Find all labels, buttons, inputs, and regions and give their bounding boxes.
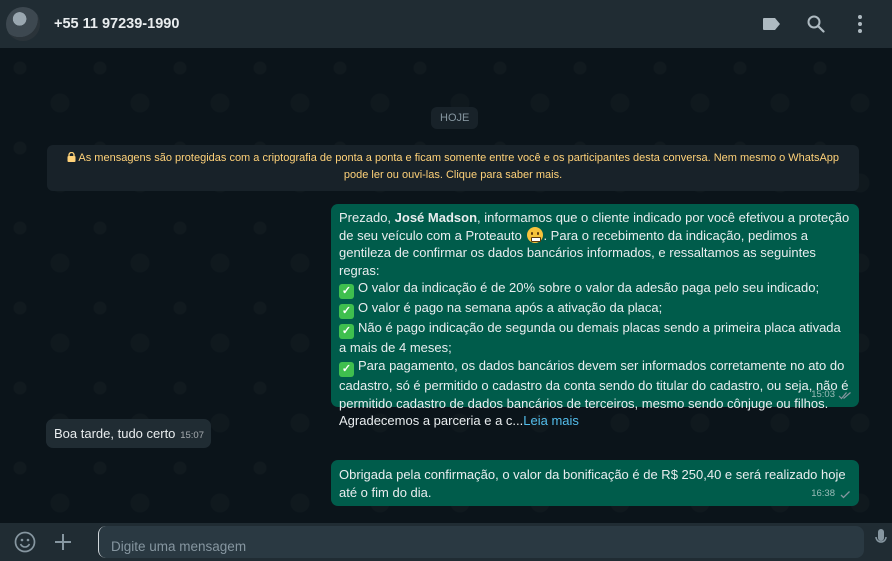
double-check-icon [838, 388, 852, 402]
check-box-icon: ✓ [339, 304, 354, 320]
label-icon[interactable] [752, 4, 792, 44]
encryption-notice[interactable]: As mensagens são protegidas com a cripto… [47, 145, 859, 191]
message-time: 15:07 [180, 430, 204, 442]
message-meta: 16:38 [811, 485, 852, 503]
emoji-icon[interactable] [8, 525, 42, 559]
encryption-notice-text: As mensagens são protegidas com a cripto… [78, 152, 840, 181]
lock-icon [67, 151, 78, 164]
message-time: 15:03 [811, 389, 835, 401]
message-text: Obrigada pela confirmação, o valor da bo… [339, 467, 846, 500]
message-bubble-outgoing[interactable]: Obrigada pela confirmação, o valor da bo… [331, 460, 859, 506]
kebab-menu-icon[interactable] [840, 4, 880, 44]
check-box-icon: ✓ [339, 361, 354, 377]
customer-name: José Madson [394, 210, 478, 225]
check-icon [838, 487, 852, 501]
rule-2: O valor é pago na semana após a ativação… [358, 300, 663, 316]
message-text: Prezado, José Madson, informamos que o c… [339, 210, 850, 429]
contact-name[interactable]: +55 11 97239-1990 [54, 16, 748, 32]
message-bubble-outgoing[interactable]: Prezado, José Madson, informamos que o c… [331, 204, 859, 428]
closing-text: Agradecemos a parceria e a c... [339, 413, 524, 429]
message-time: 16:38 [811, 488, 835, 500]
rule-3: Não é pago indicação de segunda ou demai… [339, 320, 841, 356]
message-composer [0, 523, 892, 561]
chat-header: +55 11 97239-1990 [0, 0, 892, 48]
check-box-icon: ✓ [339, 324, 354, 340]
attach-plus-icon[interactable] [46, 525, 80, 559]
message-meta: 15:07 [180, 427, 204, 445]
avatar[interactable] [6, 7, 40, 41]
read-more-link[interactable]: Leia mais [523, 413, 579, 428]
rule-4: Para pagamento, os dados bancários devem… [339, 357, 849, 411]
rule-1: O valor da indicação é de 20% sobre o va… [358, 280, 820, 296]
message-text: Boa tarde, tudo certo [54, 426, 176, 441]
date-chip: HOJE [431, 107, 479, 129]
grinning-face-emoji-icon [527, 226, 544, 243]
message-meta: 15:03 [811, 386, 852, 404]
message-input[interactable] [98, 526, 864, 558]
check-box-icon: ✓ [339, 284, 354, 300]
mic-icon[interactable] [870, 529, 892, 559]
search-icon[interactable] [796, 4, 836, 44]
message-bubble-incoming[interactable]: Boa tarde, tudo certo 15:07 [46, 419, 211, 448]
